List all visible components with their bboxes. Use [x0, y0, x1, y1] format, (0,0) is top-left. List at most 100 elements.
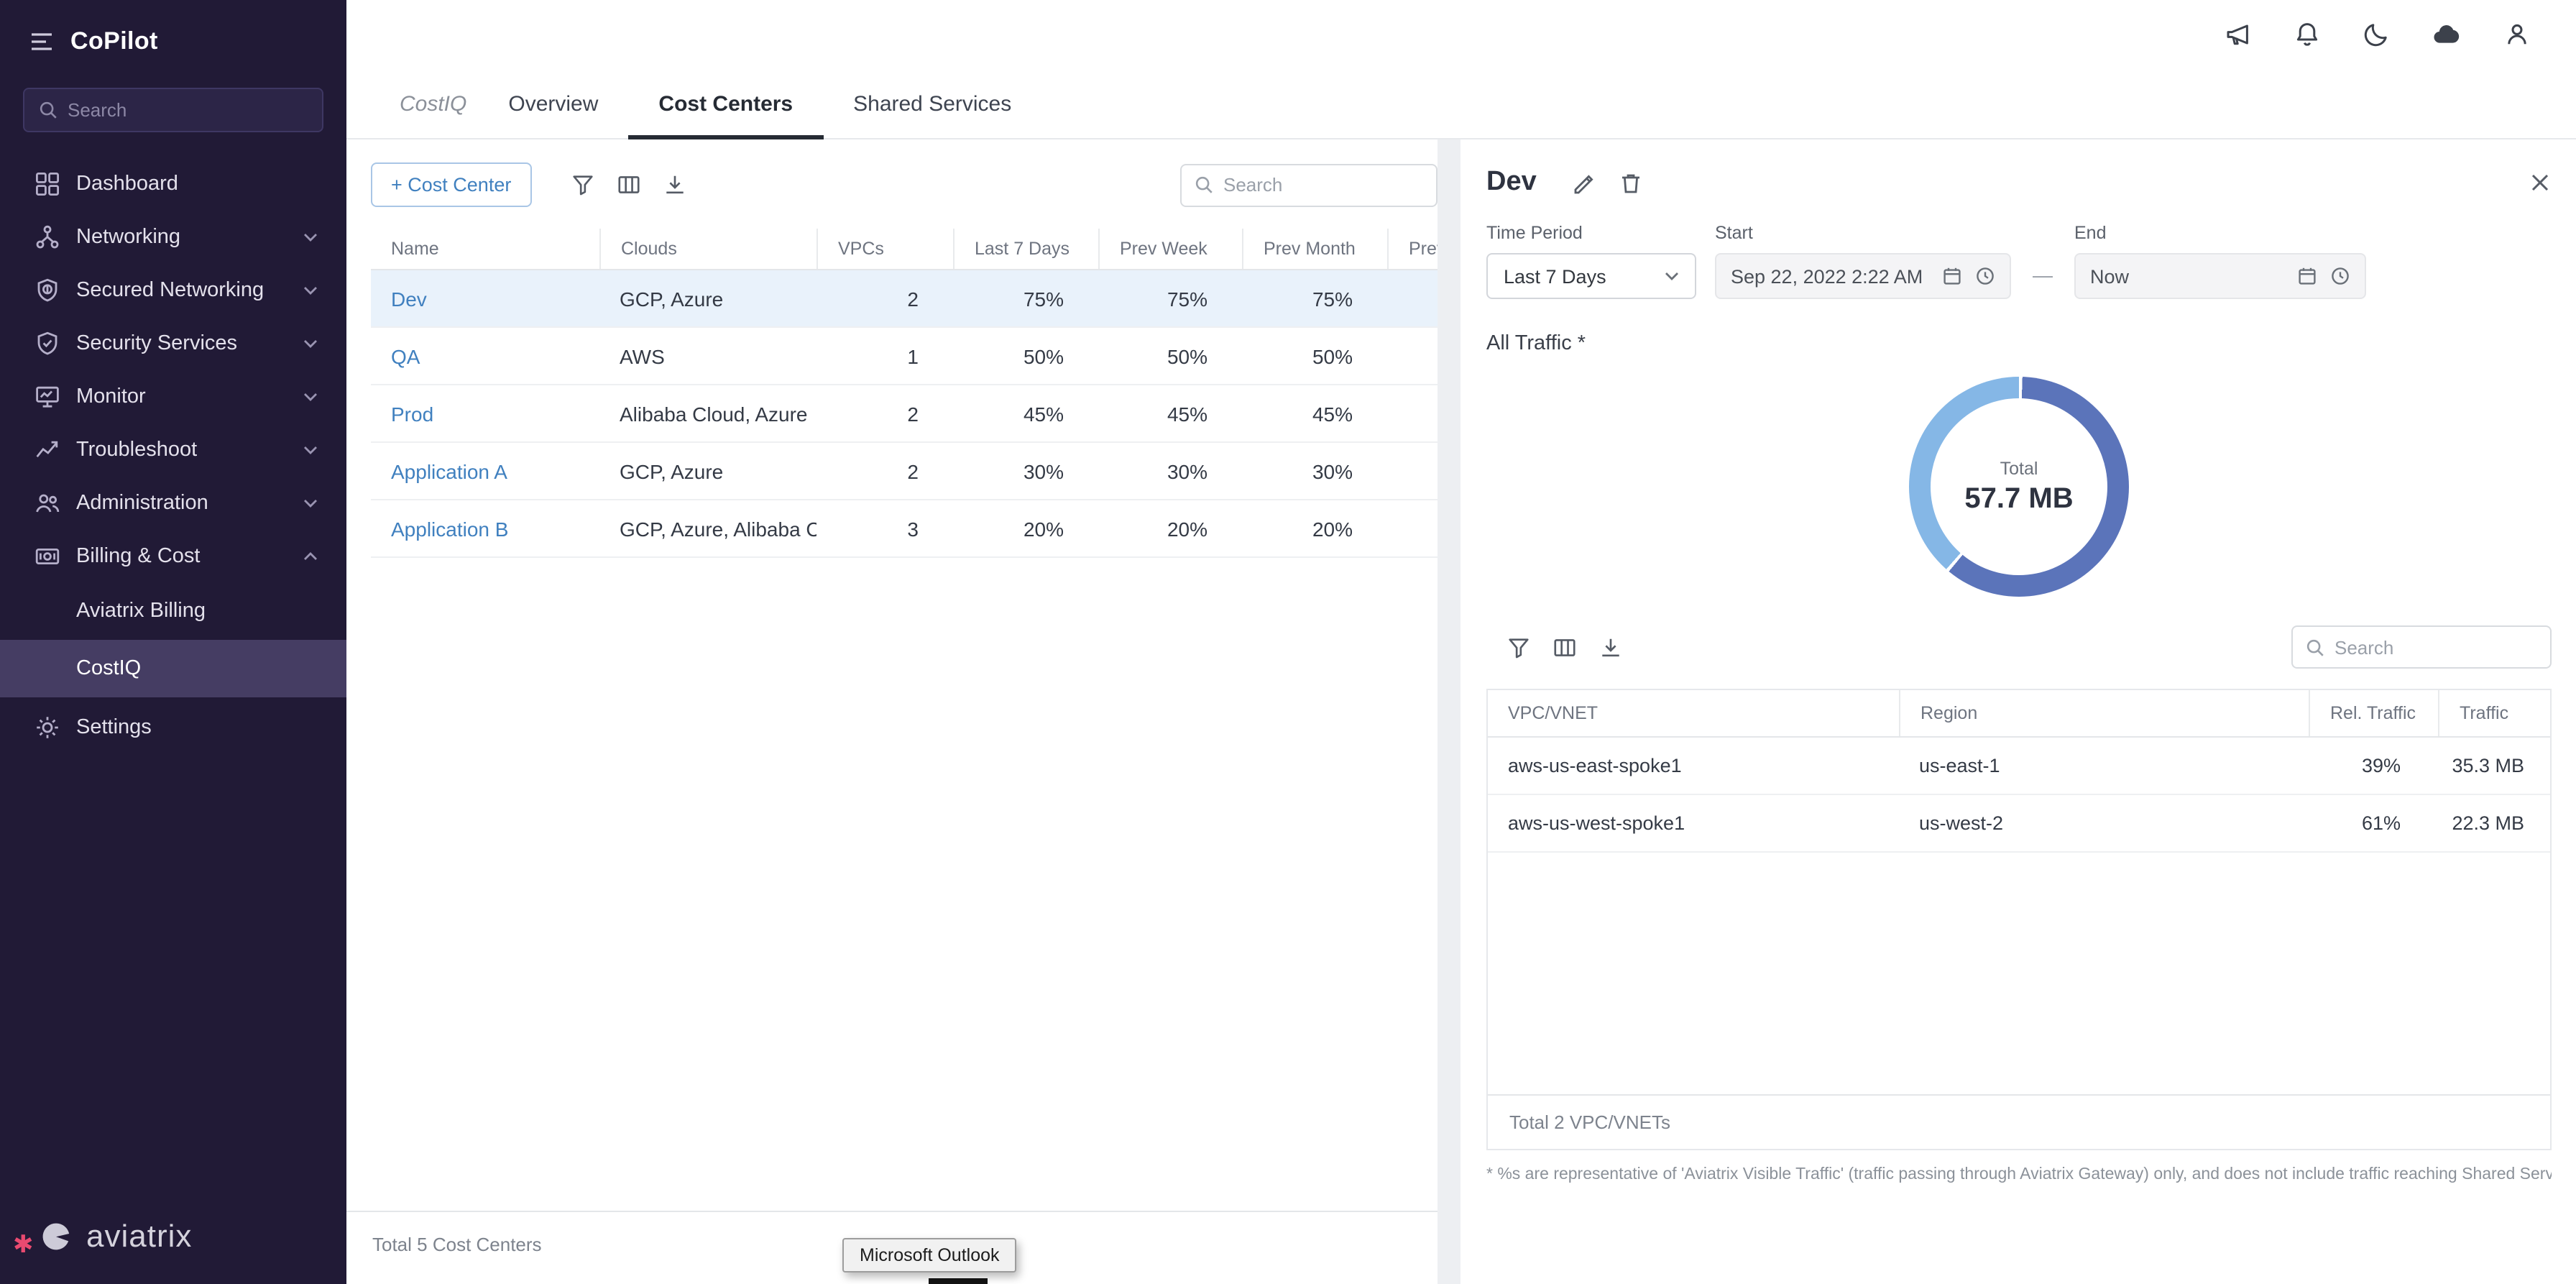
chevron-down-icon [303, 392, 318, 400]
column-header-clouds[interactable]: Clouds [599, 229, 816, 269]
cell-vpcs: 2 [816, 402, 953, 425]
corner-extension-icon[interactable]: ✱ [13, 1232, 34, 1257]
traffic-donut-chart: Total 57.7 MB [1909, 377, 2129, 597]
start-input[interactable]: Sep 22, 2022 2:22 AM [1715, 253, 2011, 299]
dark-mode-icon[interactable] [2362, 20, 2391, 49]
notifications-icon[interactable] [2293, 20, 2322, 49]
chevron-down-icon [303, 232, 318, 241]
cost-center-link[interactable]: Dev [371, 287, 599, 310]
cell-traffic: 22.3 MB [2438, 812, 2550, 834]
end-input[interactable]: Now [2074, 253, 2366, 299]
troubleshoot-icon [34, 436, 60, 462]
vpc-search[interactable] [2291, 625, 2552, 669]
dashboard-icon [34, 170, 60, 196]
close-icon[interactable] [2529, 171, 2552, 194]
cloud-icon[interactable] [2431, 20, 2462, 49]
calendar-icon[interactable] [2297, 266, 2317, 286]
sidebar-item-label: CostIQ [76, 657, 141, 680]
taskbar-tooltip: Microsoft Outlook [842, 1238, 1017, 1272]
add-cost-center-button[interactable]: + Cost Center [371, 162, 531, 207]
time-period-field: Time Period Last 7 Days [1486, 223, 1696, 299]
time-period-select[interactable]: Last 7 Days [1486, 253, 1696, 299]
calendar-icon[interactable] [1942, 266, 1962, 286]
cost-center-link[interactable]: Application B [371, 517, 599, 540]
column-header-last7[interactable]: Last 7 Days [953, 229, 1098, 269]
cell-region: us-west-2 [1899, 812, 2309, 834]
column-header-prev-week[interactable]: Prev Week [1098, 229, 1242, 269]
cost-centers-search[interactable] [1180, 163, 1438, 206]
column-header-vpcs[interactable]: VPCs [816, 229, 953, 269]
topbar [346, 0, 2576, 69]
tab-overview[interactable]: Overview [478, 69, 628, 138]
download-icon[interactable] [1598, 635, 1623, 659]
sidebar-item-security-services[interactable]: Security Services [0, 316, 346, 370]
announcement-icon[interactable] [2224, 20, 2253, 49]
column-header-traffic[interactable]: Traffic [2438, 690, 2550, 736]
cell-last7: 45% [953, 402, 1098, 425]
billing-icon [34, 543, 60, 569]
table-row-application-b[interactable]: Application B GCP, Azure, Alibaba C 3 20… [371, 500, 1438, 558]
cell-prev-month: 20% [1242, 517, 1387, 540]
sidebar-item-secured-networking[interactable]: Secured Networking [0, 263, 346, 316]
sidebar-item-billing-cost[interactable]: Billing & Cost [0, 529, 346, 582]
table-header: Name Clouds VPCs Last 7 Days Prev Week P… [371, 229, 1438, 270]
account-icon[interactable] [2503, 20, 2531, 49]
sidebar-item-administration[interactable]: Administration [0, 476, 346, 529]
sidebar-item-costiq[interactable]: CostIQ [0, 640, 346, 697]
sidebar-item-aviatrix-billing[interactable]: Aviatrix Billing [0, 582, 346, 640]
sidebar-item-monitor[interactable]: Monitor [0, 370, 346, 423]
tab-shared-services[interactable]: Shared Services [823, 69, 1041, 138]
monitor-icon [34, 383, 60, 409]
table-row-prod[interactable]: Prod Alibaba Cloud, Azure 2 45% 45% 45% [371, 385, 1438, 443]
sidebar-item-troubleshoot[interactable]: Troubleshoot [0, 423, 346, 476]
clock-icon[interactable] [1975, 266, 1995, 286]
clock-icon[interactable] [2330, 266, 2350, 286]
tab-bar: CostIQ Overview Cost Centers Shared Serv… [346, 69, 2576, 139]
columns-icon[interactable] [1552, 635, 1577, 659]
time-period-label: Time Period [1486, 223, 1696, 243]
time-range-controls: Time Period Last 7 Days Start Sep 22, 20… [1486, 223, 2552, 299]
column-header-region[interactable]: Region [1899, 690, 2309, 736]
cell-prev-month: 30% [1242, 459, 1387, 482]
detail-table-actions [1506, 635, 1623, 659]
filter-icon[interactable] [1506, 635, 1531, 659]
cost-centers-search-input[interactable] [1223, 174, 1423, 196]
cost-center-link[interactable]: QA [371, 344, 599, 367]
column-header-rel-traffic[interactable]: Rel. Traffic [2309, 690, 2438, 736]
hamburger-menu-icon[interactable] [30, 32, 53, 52]
sidebar-search[interactable] [23, 88, 323, 132]
column-header-prev-month[interactable]: Prev Month [1242, 229, 1387, 269]
main-area: CostIQ Overview Cost Centers Shared Serv… [346, 0, 2576, 1284]
administration-icon [34, 490, 60, 515]
vpc-search-input[interactable] [2334, 636, 2537, 658]
edit-icon[interactable] [1571, 170, 1596, 195]
detail-actions [1571, 170, 1643, 195]
vpc-table-row[interactable]: aws-us-east-spoke1 us-east-1 39% 35.3 MB [1488, 738, 2550, 795]
chevron-down-icon [303, 285, 318, 294]
chevron-down-icon [303, 445, 318, 454]
columns-icon[interactable] [616, 173, 640, 197]
table-row-dev[interactable]: Dev GCP, Azure 2 75% 75% 75% [371, 270, 1438, 328]
tab-cost-centers[interactable]: Cost Centers [628, 69, 823, 138]
table-row-qa[interactable]: QA AWS 1 50% 50% 50% [371, 328, 1438, 385]
cell-prev-week: 50% [1098, 344, 1242, 367]
aviatrix-logo-text: aviatrix [86, 1218, 192, 1255]
start-value: Sep 22, 2022 2:22 AM [1731, 265, 1929, 287]
column-header-vpc-vnet[interactable]: VPC/VNET [1488, 690, 1899, 736]
column-header-prev[interactable]: Prev [1387, 229, 1438, 269]
cost-center-link[interactable]: Prod [371, 402, 599, 425]
sidebar-item-settings[interactable]: Settings [0, 700, 346, 753]
vpc-table-row[interactable]: aws-us-west-spoke1 us-west-2 61% 22.3 MB [1488, 795, 2550, 853]
page-context-label: CostIQ [400, 69, 466, 138]
filter-icon[interactable] [570, 173, 594, 197]
sidebar-item-dashboard[interactable]: Dashboard [0, 157, 346, 210]
column-header-name[interactable]: Name [371, 229, 599, 269]
cost-center-link[interactable]: Application A [371, 459, 599, 482]
cell-last7: 75% [953, 287, 1098, 310]
download-icon[interactable] [662, 173, 686, 197]
sidebar-search-input[interactable] [68, 99, 308, 121]
delete-icon[interactable] [1619, 170, 1643, 195]
sidebar-item-networking[interactable]: Networking [0, 210, 346, 263]
cell-vpcs: 3 [816, 517, 953, 540]
table-row-application-a[interactable]: Application A GCP, Azure 2 30% 30% 30% [371, 443, 1438, 500]
